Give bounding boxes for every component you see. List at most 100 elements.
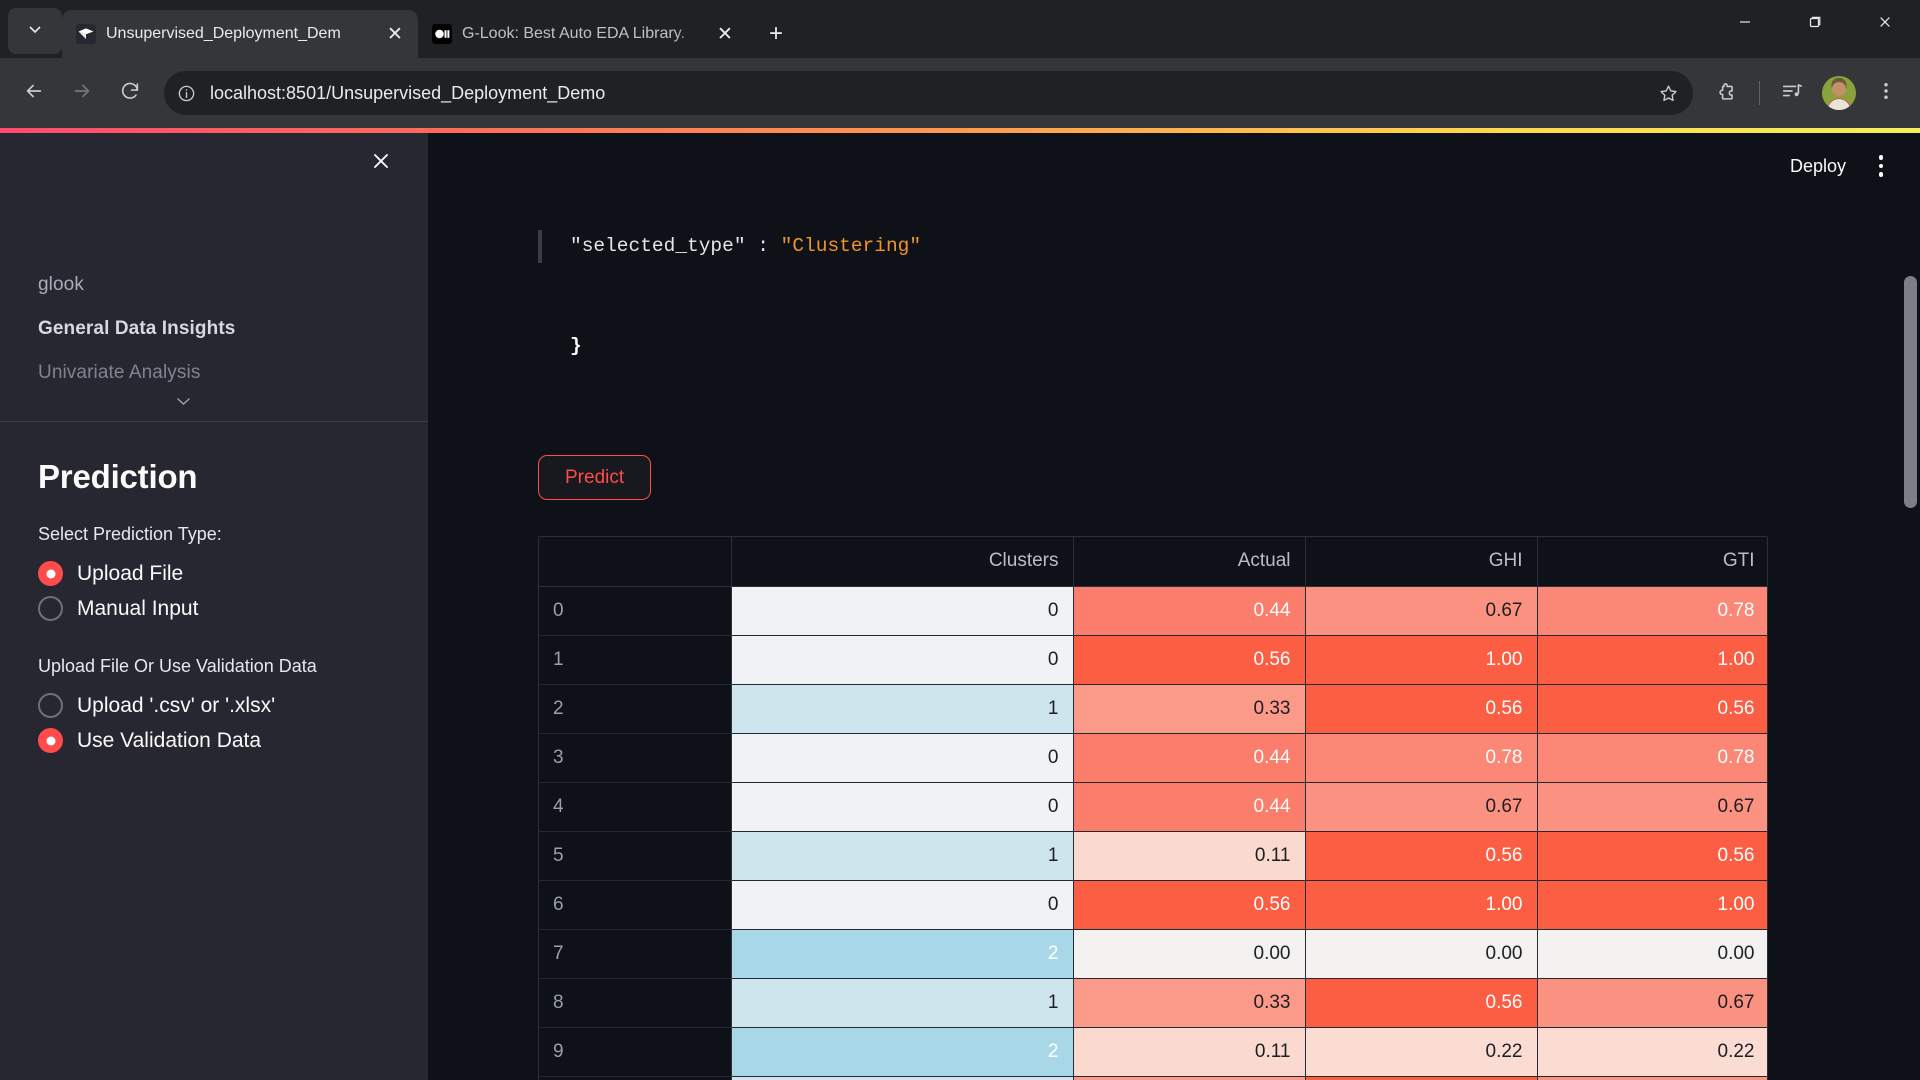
sidebar-item-univariate-analysis[interactable]: Univariate Analysis xyxy=(38,351,428,395)
table-cell-ghi: 0.67 xyxy=(1305,782,1538,832)
table-col-actual: Actual xyxy=(1073,537,1306,587)
table-cell-index: 2 xyxy=(539,684,732,734)
table-cell-actual: 0.00 xyxy=(1073,929,1306,979)
radio-upload-csv-xlsx[interactable]: Upload '.csv' or '.xlsx' xyxy=(38,688,390,723)
browser-tab-1-title: G-Look: Best Auto EDA Library. xyxy=(462,25,685,42)
table-col-index xyxy=(539,537,732,587)
browser-menu-button[interactable] xyxy=(1864,71,1908,115)
table-row[interactable]: 2 1 0.33 0.56 0.56 xyxy=(539,684,1767,734)
radio-indicator[interactable] xyxy=(38,693,63,718)
table-cell-cluster: 0 xyxy=(731,586,1074,636)
forward-button[interactable] xyxy=(60,71,104,115)
table-col-ghi: GHI xyxy=(1305,537,1538,587)
table-cell-index: 10 xyxy=(539,1076,732,1080)
table-row[interactable]: 0 0 0.44 0.67 0.78 xyxy=(539,586,1767,636)
predict-button[interactable]: Predict xyxy=(538,455,652,501)
table-cell-cluster: 0 xyxy=(731,635,1074,685)
table-row[interactable]: 6 0 0.56 1.00 1.00 xyxy=(539,880,1767,930)
code-gutter xyxy=(538,230,542,264)
table-row[interactable]: 5 1 0.11 0.56 0.56 xyxy=(539,831,1767,881)
close-icon xyxy=(371,151,391,176)
sidebar: glook General Data Insights Univariate A… xyxy=(0,128,428,1080)
forward-arrow-icon xyxy=(71,80,93,107)
new-tab-button[interactable]: + xyxy=(758,16,794,52)
radio-manual-input[interactable]: Manual Input xyxy=(38,591,390,626)
table-col-gti: GTI xyxy=(1537,537,1767,587)
json-colon: : xyxy=(745,235,781,258)
sidebar-item-general-data-insights[interactable]: General Data Insights xyxy=(38,307,428,351)
radio-indicator[interactable] xyxy=(38,728,63,753)
browser-tab-0[interactable]: Unsupervised_Deployment_Dem ✕ xyxy=(62,10,418,58)
radio-indicator[interactable] xyxy=(38,596,63,621)
sidebar-collapse-button[interactable] xyxy=(364,146,398,180)
table-header: Clusters Actual GHI GTI xyxy=(539,537,1767,587)
back-button[interactable] xyxy=(12,71,56,115)
table-cell-ghi: 1.00 xyxy=(1305,635,1538,685)
upload-source-group: Upload File Or Use Validation Data Uploa… xyxy=(38,656,390,758)
media-control-button[interactable] xyxy=(1770,71,1814,115)
minimize-icon xyxy=(1738,15,1752,34)
maximize-button[interactable] xyxy=(1780,0,1850,48)
browser-tab-0-close[interactable]: ✕ xyxy=(382,21,408,47)
extensions-button[interactable] xyxy=(1705,71,1749,115)
deploy-button[interactable]: Deploy xyxy=(1778,150,1858,183)
radio-indicator[interactable] xyxy=(38,561,63,586)
reload-button[interactable] xyxy=(108,71,152,115)
app-menu-button[interactable] xyxy=(1864,149,1898,183)
table-cell-actual: 0.44 xyxy=(1073,733,1306,783)
sidebar-item-glook[interactable]: glook xyxy=(38,263,428,307)
page-title: Prediction xyxy=(38,458,198,495)
table-cell-actual: 0.11 xyxy=(1073,1027,1306,1077)
table-cell-gti: 0.67 xyxy=(1537,782,1767,832)
browser-tab-1[interactable]: G-Look: Best Auto EDA Library. ✕ xyxy=(418,10,748,58)
table-row[interactable]: 4 0 0.44 0.67 0.67 xyxy=(539,782,1767,832)
window-controls xyxy=(1710,0,1920,48)
table-cell-cluster: 2 xyxy=(731,929,1074,979)
json-code-block: "selected_type" : "Clustering" } xyxy=(538,128,1920,429)
table-row[interactable]: 1010.330.560.67 xyxy=(539,1076,1767,1080)
predictions-table-wrap[interactable]: Clusters Actual GHI GTI 0 0 0.44 0.67 0.78 1 0… xyxy=(538,536,1768,1080)
table-cell-index: 1 xyxy=(539,635,732,685)
table-cell-gti: 0.78 xyxy=(1537,733,1767,783)
tab-search-button[interactable] xyxy=(8,8,62,54)
star-icon[interactable] xyxy=(1651,76,1685,110)
table-cell-ghi: 0.78 xyxy=(1305,733,1538,783)
page-scrollbar[interactable] xyxy=(1904,276,1917,508)
radio-upload-file[interactable]: Upload File xyxy=(38,556,390,591)
table-cell-gti: 0.22 xyxy=(1537,1027,1767,1077)
media-playlist-icon xyxy=(1781,80,1803,107)
app-header-actions: Deploy xyxy=(1778,128,1920,204)
table-cell-cluster: 0 xyxy=(731,782,1074,832)
json-key: "selected_type" xyxy=(570,235,746,258)
back-arrow-icon xyxy=(23,80,45,107)
table-row[interactable]: 3 0 0.44 0.78 0.78 xyxy=(539,733,1767,783)
table-cell-gti: 0.67 xyxy=(1537,1076,1767,1080)
table-cell-gti: 0.67 xyxy=(1537,978,1767,1028)
table-cell-ghi: 0.56 xyxy=(1305,684,1538,734)
three-dot-menu-icon xyxy=(1878,155,1884,160)
table-row[interactable]: 8 1 0.33 0.56 0.67 xyxy=(539,978,1767,1028)
prediction-type-label: Select Prediction Type: xyxy=(38,524,222,544)
app-loading-bar xyxy=(0,128,1920,133)
url-text[interactable]: localhost:8501/Unsupervised_Deployment_D… xyxy=(210,83,605,104)
sidebar-expand-button[interactable] xyxy=(38,393,428,407)
main-content: Deploy "selected_type" : "Clustering" } … xyxy=(428,128,1920,1080)
reload-icon xyxy=(119,80,141,107)
minimize-button[interactable] xyxy=(1710,0,1780,48)
table-row[interactable]: 9 2 0.11 0.22 0.22 xyxy=(539,1027,1767,1077)
profile-avatar[interactable] xyxy=(1822,76,1856,110)
browser-tab-0-title: Unsupervised_Deployment_Dem xyxy=(106,25,341,42)
code-line-selected-type: "selected_type" : "Clustering" xyxy=(538,230,1920,264)
toolbar-divider xyxy=(1759,81,1760,105)
table-row[interactable]: 1 0 0.56 1.00 1.00 xyxy=(539,635,1767,685)
table-cell-gti: 0.56 xyxy=(1537,684,1767,734)
address-bar[interactable]: localhost:8501/Unsupervised_Deployment_D… xyxy=(164,71,1693,115)
table-row[interactable]: 7 2 0.00 0.00 0.00 xyxy=(539,929,1767,979)
info-icon[interactable] xyxy=(170,77,202,109)
close-window-button[interactable] xyxy=(1850,0,1920,48)
browser-tab-1-close[interactable]: ✕ xyxy=(712,21,738,47)
close-icon xyxy=(1878,15,1892,34)
table-cell-index: 0 xyxy=(539,586,732,636)
table-cell-index: 8 xyxy=(539,978,732,1028)
radio-use-validation-data[interactable]: Use Validation Data xyxy=(38,723,390,758)
